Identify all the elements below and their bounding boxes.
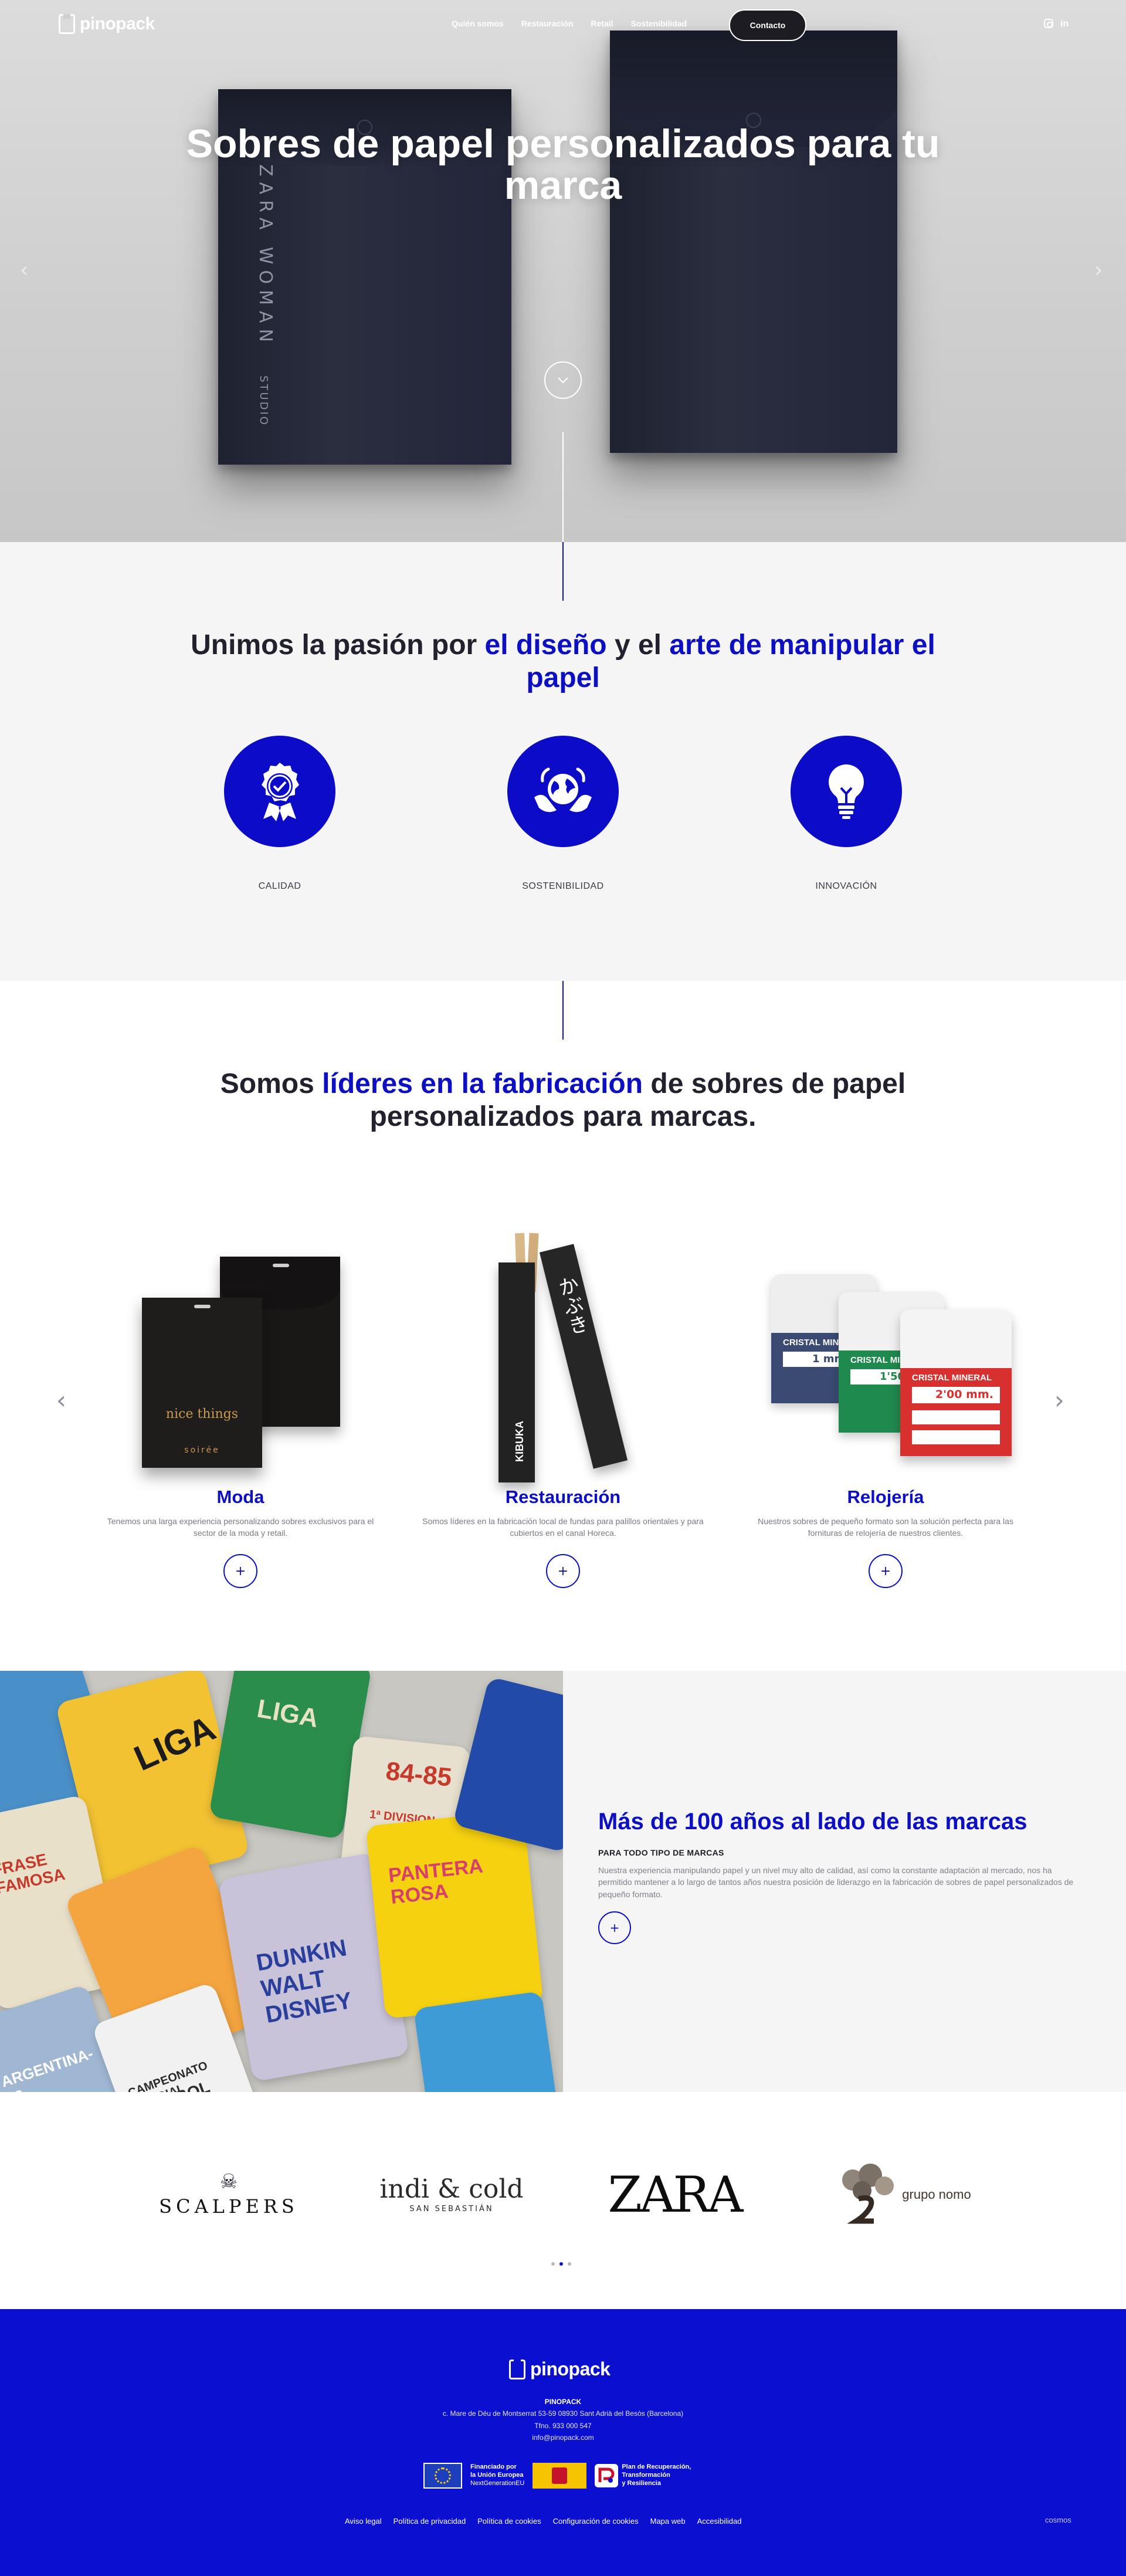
nav-link-retail[interactable]: Retail bbox=[591, 19, 613, 28]
brand-logo-zara[interactable]: ZARA bbox=[586, 2162, 762, 2227]
footer-links: Aviso legal Política de privacidad Polít… bbox=[345, 2517, 741, 2526]
product-card-restauracion[interactable]: KIBUKA かぶき Restauración Somos líderes en… bbox=[411, 1198, 715, 1589]
carousel-dot-active[interactable] bbox=[559, 2262, 563, 2266]
carousel-dot[interactable] bbox=[568, 2262, 571, 2266]
brand-logo-indi-cold[interactable]: indi & cold SAN SEBASTIÁN bbox=[364, 2162, 540, 2227]
lightbulb-icon bbox=[829, 764, 864, 819]
nav-link-sostenibilidad[interactable]: Sostenibilidad bbox=[631, 19, 687, 28]
product-title-restauracion: Restauración bbox=[505, 1487, 621, 1507]
history-more-button[interactable]: + bbox=[598, 1911, 631, 1944]
logo-icon bbox=[59, 14, 75, 34]
slider-next-arrow[interactable]: › bbox=[1094, 258, 1108, 282]
carousel-next-arrow[interactable]: › bbox=[1054, 1386, 1064, 1414]
tree-logo-icon bbox=[842, 2164, 894, 2224]
top-navigation: pinopack Quién somos Restauración Retail… bbox=[0, 0, 1126, 50]
social-links: in bbox=[1044, 19, 1069, 29]
nav-link-quien-somos[interactable]: Quién somos bbox=[452, 19, 504, 28]
slider-prev-arrow[interactable]: ‹ bbox=[20, 258, 34, 282]
value-calidad: CALIDAD bbox=[192, 736, 368, 892]
site-logo[interactable]: pinopack bbox=[59, 14, 155, 34]
history-description: Nuestra experiencia manipulando papel y … bbox=[598, 1866, 1074, 1899]
values-section: Unimos la pasión por el diseño y el arte… bbox=[0, 542, 1126, 981]
page: ZARA WOMAN STUDIO pinopack Quién somos R… bbox=[0, 0, 1126, 2576]
divider-line bbox=[562, 542, 564, 601]
product-more-button-relojeria[interactable]: + bbox=[869, 1554, 903, 1589]
envelope-right-image bbox=[610, 31, 897, 453]
envelope-print-text-2: STUDIO bbox=[257, 375, 270, 426]
brands-section: ☠ SCALPERS indi & cold SAN SEBASTIÁN ZAR… bbox=[0, 2092, 1126, 2309]
divider-line bbox=[562, 981, 564, 1040]
vintage-envelopes-collage: LIGA LIGA 84-85 1ª DIVISION FRASE FAMOSA… bbox=[0, 1671, 563, 2092]
history-section: LIGA LIGA 84-85 1ª DIVISION FRASE FAMOSA… bbox=[0, 1671, 1126, 2092]
value-innovacion: INNOVACIÓN bbox=[758, 736, 934, 892]
products-heading: Somos líderes en la fabricación de sobre… bbox=[220, 1068, 906, 1132]
product-image-moda: nice things soirée bbox=[88, 1198, 393, 1468]
product-desc-relojeria: Nuestros sobres de pequeño formato son l… bbox=[758, 1517, 1013, 1538]
history-subtitle: PARA TODO TIPO DE MARCAS bbox=[598, 1848, 724, 1857]
product-title-relojeria: Relojería bbox=[847, 1487, 924, 1507]
eu-flag-icon bbox=[423, 2463, 462, 2489]
instagram-icon[interactable] bbox=[1044, 19, 1053, 28]
product-more-button-moda[interactable]: + bbox=[223, 1554, 257, 1589]
footer-company: PINOPACK bbox=[544, 2398, 582, 2406]
footer-link-cookies[interactable]: Política de cookies bbox=[477, 2517, 541, 2526]
chevron-down-icon bbox=[558, 377, 568, 384]
footer-phone[interactable]: Tfno. 933 000 547 bbox=[387, 2420, 739, 2432]
brands-carousel-dots bbox=[551, 2262, 571, 2266]
linkedin-icon[interactable]: in bbox=[1060, 19, 1069, 29]
history-content: Más de 100 años al lado de las marcas PA… bbox=[563, 1671, 1126, 2092]
product-card-relojeria[interactable]: CRISTAL MINERAL 1 mm CRISTAL MINERAL 1'5… bbox=[733, 1198, 1038, 1589]
footer-link-accesibilidad[interactable]: Accesibilidad bbox=[697, 2517, 742, 2526]
product-title-moda: Moda bbox=[216, 1487, 264, 1507]
carousel-prev-arrow[interactable]: ‹ bbox=[56, 1386, 66, 1414]
product-desc-moda: Tenemos una larga experiencia personaliz… bbox=[107, 1517, 374, 1538]
brand-logo-scalpers[interactable]: ☠ SCALPERS bbox=[141, 2162, 317, 2227]
main-menu: Quién somos Restauración Retail Sostenib… bbox=[452, 19, 687, 28]
product-card-moda[interactable]: nice things soirée Moda Tenemos una larg… bbox=[88, 1198, 393, 1589]
footer-contact-info: PINOPACK c. Mare de Déu de Montserrat 53… bbox=[387, 2396, 739, 2444]
footer-email[interactable]: info@pinopack.com bbox=[387, 2432, 739, 2443]
divider-line bbox=[562, 432, 564, 542]
carousel-dot[interactable] bbox=[551, 2262, 555, 2266]
product-desc-restauracion: Somos líderes en la fabricación local de… bbox=[422, 1517, 704, 1538]
footer-link-config-cookies[interactable]: Configuración de cookies bbox=[553, 2517, 639, 2526]
skull-icon: ☠ bbox=[219, 2170, 238, 2194]
recovery-plan-logo: Plan de Recuperación, Transformación y R… bbox=[595, 2463, 691, 2487]
agency-credit[interactable]: cosmos bbox=[1045, 2516, 1071, 2524]
product-image-relojeria: CRISTAL MINERAL 1 mm CRISTAL MINERAL 1'5… bbox=[733, 1198, 1038, 1462]
brand-logo-grupo-nomo[interactable]: grupo nomo bbox=[815, 2162, 991, 2227]
hero-title: Sobres de papel personalizados para tu m… bbox=[186, 121, 940, 208]
prtr-icon bbox=[595, 2464, 619, 2487]
values-heading: Unimos la pasión por el diseño y el arte… bbox=[191, 629, 935, 693]
funding-logos: Financiado por la Unión Europea NextGene… bbox=[423, 2463, 691, 2489]
product-more-button-restauracion[interactable]: + bbox=[546, 1554, 580, 1589]
value-sostenibilidad: SOSTENIBILIDAD bbox=[475, 736, 651, 892]
nav-link-restauracion[interactable]: Restauración bbox=[521, 19, 574, 28]
logo-icon bbox=[509, 2359, 525, 2379]
scroll-down-button[interactable] bbox=[544, 361, 582, 399]
hero-section: ZARA WOMAN STUDIO pinopack Quién somos R… bbox=[0, 0, 1126, 542]
products-section: Somos líderes en la fabricación de sobre… bbox=[0, 981, 1126, 1671]
contact-button[interactable]: Contacto bbox=[729, 9, 806, 41]
product-image-restauracion: KIBUKA かぶき bbox=[411, 1198, 715, 1482]
footer-link-privacidad[interactable]: Política de privacidad bbox=[394, 2517, 466, 2526]
footer-link-aviso-legal[interactable]: Aviso legal bbox=[345, 2517, 382, 2526]
hands-globe-icon bbox=[534, 767, 592, 813]
award-ribbon-icon bbox=[262, 763, 299, 821]
history-title: Más de 100 años al lado de las marcas bbox=[598, 1809, 1027, 1834]
footer-logo[interactable]: pinopack bbox=[509, 2358, 611, 2380]
site-footer: pinopack PINOPACK c. Mare de Déu de Mont… bbox=[0, 2309, 1126, 2576]
footer-address: c. Mare de Déu de Montserrat 53-59 08930… bbox=[442, 2409, 684, 2418]
spain-government-logo bbox=[533, 2463, 587, 2489]
footer-link-mapa-web[interactable]: Mapa web bbox=[650, 2517, 686, 2526]
